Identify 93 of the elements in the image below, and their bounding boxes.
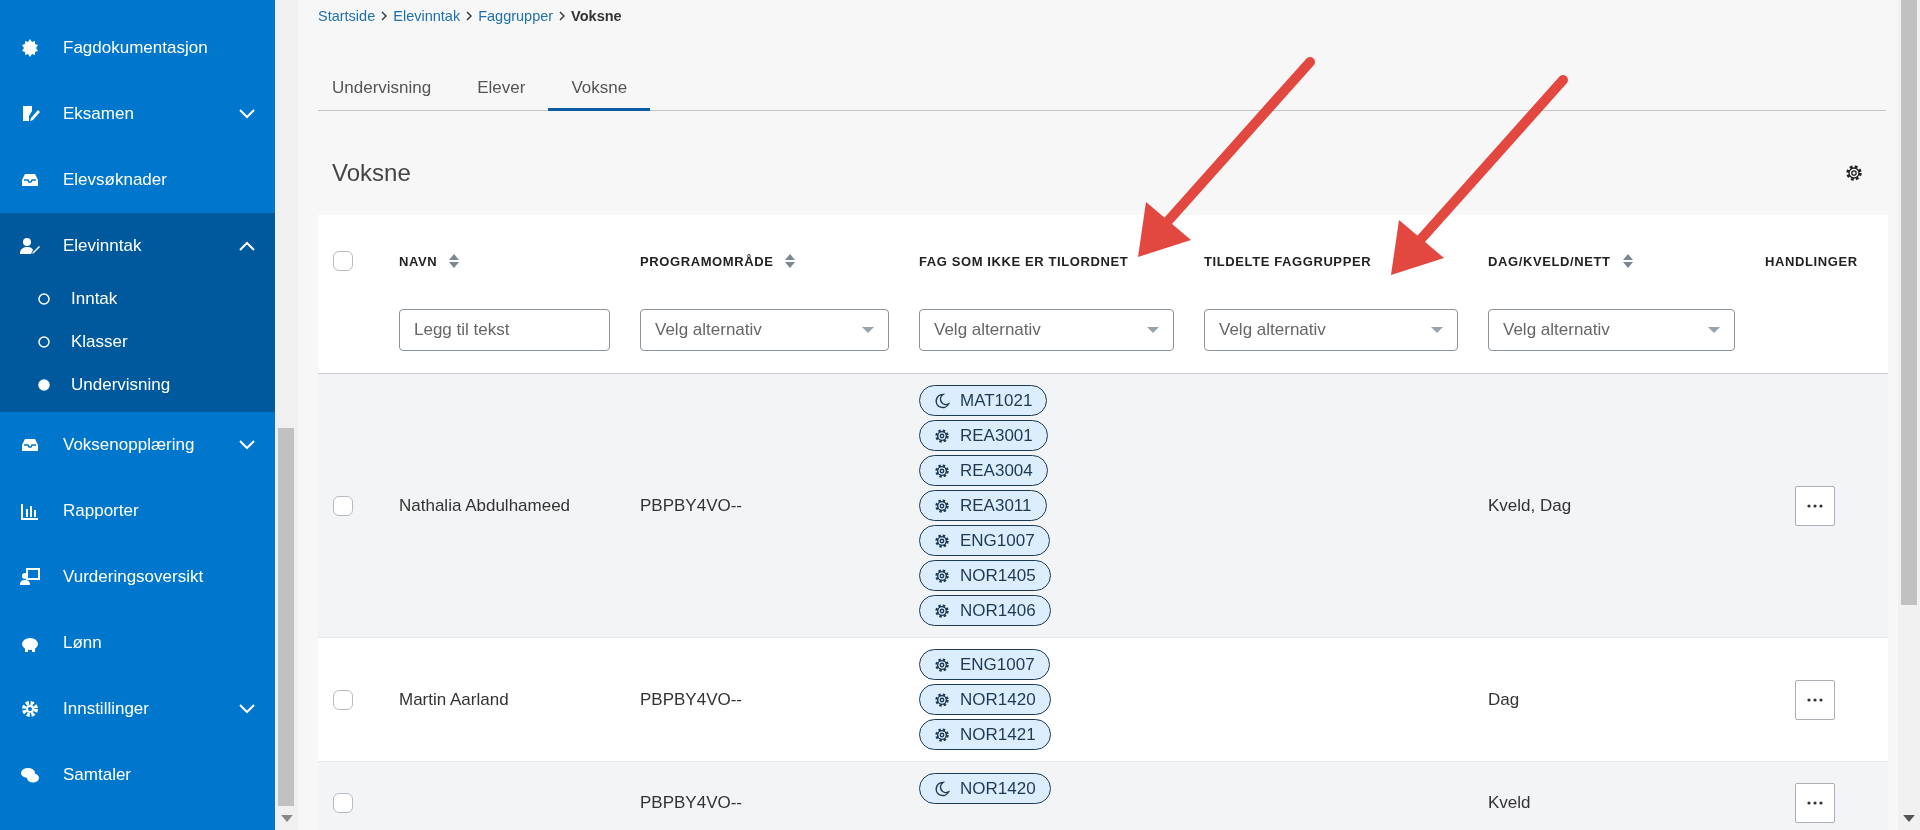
- program-code: PBPBY4VO--: [640, 495, 743, 516]
- checkbox[interactable]: [333, 495, 353, 516]
- more-icon: [1807, 801, 1823, 805]
- subject-tag: MAT1021: [919, 385, 1048, 416]
- subject-tag: REA3011: [919, 490, 1047, 521]
- breadcrumb-link[interactable]: Startside: [318, 8, 376, 24]
- more-icon: [1807, 503, 1823, 508]
- gear-icon: [934, 427, 950, 444]
- column-header: HANDLINGER: [1765, 253, 1858, 269]
- presentation-icon: [20, 567, 40, 587]
- checkbox[interactable]: [333, 793, 353, 813]
- time-of-day: Dag: [1488, 689, 1520, 710]
- chevron-right-icon: [466, 11, 473, 21]
- subject-tag: NOR1421: [919, 719, 1051, 750]
- breadcrumb-link[interactable]: Elevinntak: [393, 8, 461, 24]
- sidebar-item[interactable]: Rapporter: [0, 478, 275, 544]
- gear-icon: [934, 602, 950, 619]
- sidebar-item[interactable]: Fagdokumentasjon: [0, 15, 275, 81]
- student-name: Nathalia Abdulhameed: [399, 495, 571, 516]
- chevron-right-icon: [381, 11, 388, 21]
- tab[interactable]: Voksne: [548, 78, 651, 111]
- column-header: NAVN: [399, 253, 438, 269]
- sort-icon[interactable]: [785, 254, 796, 268]
- caret-icon: [1431, 327, 1443, 333]
- more-button[interactable]: [1795, 485, 1835, 526]
- caret-icon: [862, 327, 874, 333]
- badge-icon: [20, 38, 40, 58]
- sort-icon[interactable]: [449, 254, 460, 268]
- scroll-down-icon[interactable]: [280, 815, 293, 822]
- chat-icon: [20, 765, 40, 785]
- program-code: PBPBY4VO--: [640, 689, 743, 710]
- text-input-field[interactable]: Legg til tekst: [399, 309, 610, 351]
- page-title: Voksne: [332, 159, 411, 187]
- scroll-down-icon[interactable]: [1903, 815, 1915, 822]
- checkbox[interactable]: [333, 689, 353, 710]
- chevron-down-icon: [239, 704, 255, 714]
- subject-tag: REA3004: [919, 455, 1048, 486]
- gear-icon: [934, 656, 950, 673]
- subject-tag: NOR1405: [919, 560, 1051, 591]
- sidebar-item[interactable]: Voksenopplæring: [0, 412, 275, 478]
- breadcrumb-link[interactable]: Faggrupper: [478, 8, 554, 24]
- more-button[interactable]: [1795, 679, 1835, 720]
- caret-icon: [1708, 327, 1720, 333]
- column-header: DAG/KVELD/NETT: [1488, 253, 1611, 269]
- column-header: PROGRAMOMRÅDE: [640, 253, 774, 269]
- time-of-day: Kveld, Dag: [1488, 495, 1572, 516]
- student-name: Martin Aarland: [399, 689, 509, 710]
- tab[interactable]: Undervisning: [318, 78, 455, 111]
- user-pen-icon: [20, 236, 40, 256]
- tab[interactable]: Elever: [454, 78, 549, 111]
- sidebar-item[interactable]: Vurderingsoversikt: [0, 544, 275, 610]
- program-code: PBPBY4VO--: [640, 793, 743, 813]
- select-dropdown[interactable]: Velg alternativ: [640, 309, 889, 351]
- select-dropdown[interactable]: Velg alternativ: [1488, 309, 1735, 351]
- moon-icon: [934, 392, 950, 409]
- chevron-down-icon: [239, 109, 255, 119]
- checkbox[interactable]: [333, 251, 353, 271]
- caret-icon: [1147, 327, 1159, 333]
- sidebar-item[interactable]: Elevsøknader: [0, 147, 275, 213]
- more-icon: [1807, 697, 1823, 702]
- time-of-day: Kveld: [1488, 793, 1531, 813]
- chevron-down-icon: [239, 440, 255, 450]
- gear-icon: [934, 497, 950, 514]
- subject-tag: ENG1007: [919, 649, 1050, 680]
- bar-chart-icon: [20, 501, 40, 521]
- sort-icon[interactable]: [1622, 254, 1633, 268]
- gear-icon: [934, 462, 950, 479]
- sidebar-item[interactable]: Innstillinger: [0, 676, 275, 742]
- subject-tag: NOR1420: [919, 684, 1051, 715]
- chevron-up-icon: [239, 241, 255, 251]
- sidebar-item[interactable]: Lønn: [0, 610, 275, 676]
- select-dropdown[interactable]: Velg alternativ: [1204, 309, 1458, 351]
- sidebar-item[interactable]: Samtaler: [0, 742, 275, 808]
- gear-icon: [934, 726, 950, 743]
- gear-icon: [934, 532, 950, 549]
- subject-tag: NOR1406: [919, 595, 1051, 626]
- gear-icon: [934, 691, 950, 708]
- subject-tag: REA3001: [919, 420, 1048, 451]
- settings-icon[interactable]: [1844, 163, 1864, 183]
- scrollbar-thumb[interactable]: [1901, 0, 1917, 605]
- column-header: TILDELTE FAGGRUPPER: [1204, 253, 1372, 269]
- chevron-right-icon: [559, 11, 566, 21]
- document-pen-icon: [20, 104, 40, 124]
- scrollbar-thumb[interactable]: [278, 428, 294, 806]
- more-button[interactable]: [1795, 783, 1835, 823]
- column-header: FAG SOM IKKE ER TILORDNET: [919, 253, 1129, 269]
- gear-icon: [934, 567, 950, 584]
- sidebar-item[interactable]: Eksamen: [0, 81, 275, 147]
- settings-icon: [20, 699, 40, 719]
- moon-icon: [934, 780, 950, 797]
- subject-tag: ENG1007: [919, 525, 1050, 556]
- subject-tag: NOR1420: [919, 773, 1051, 804]
- select-dropdown[interactable]: Velg alternativ: [919, 309, 1174, 351]
